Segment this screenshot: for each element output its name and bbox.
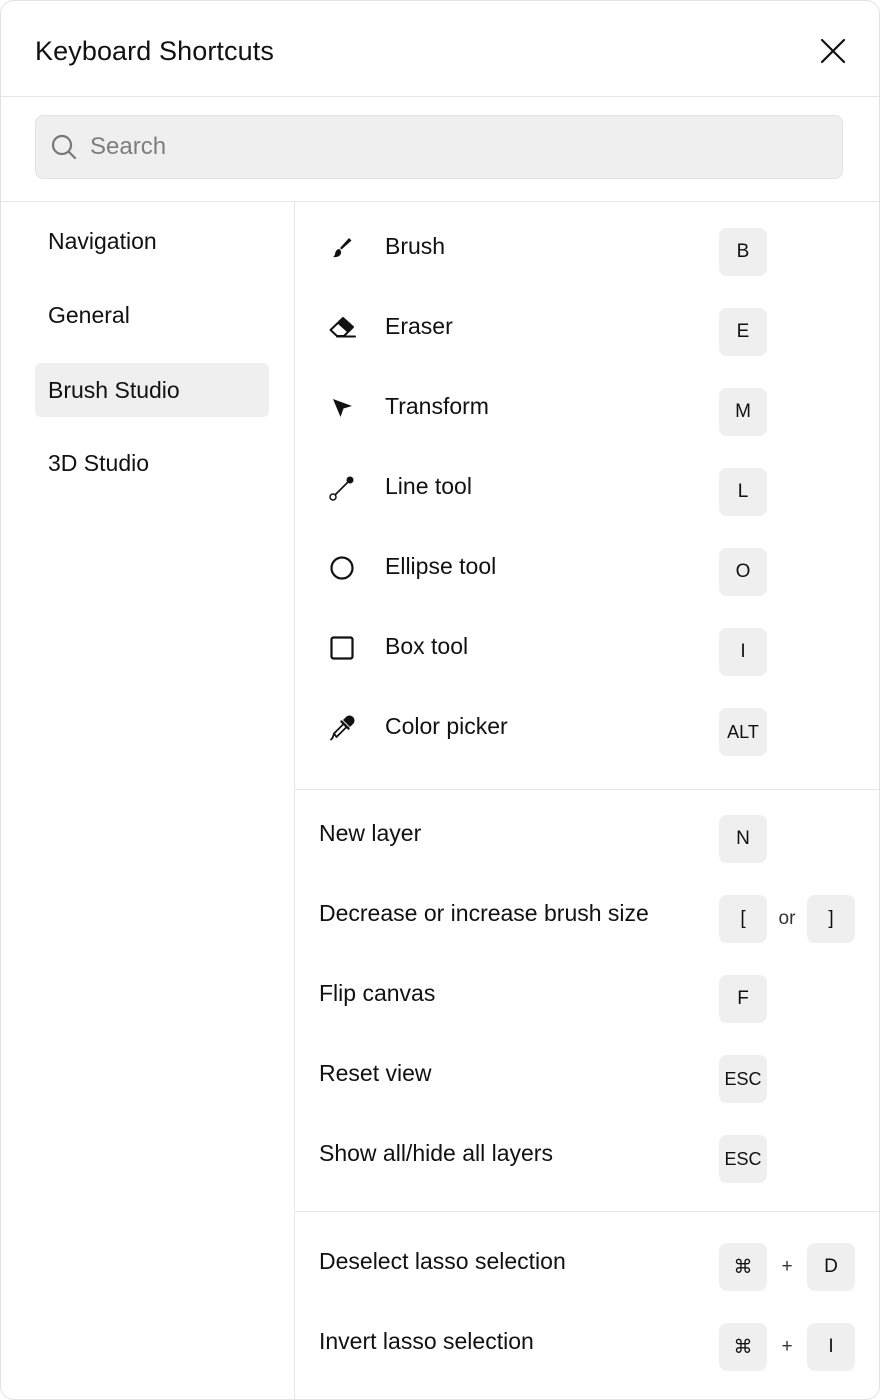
search-icon <box>51 134 77 160</box>
shortcut-row-toggle-layers: Show all/hide all layers ESC <box>295 1114 879 1194</box>
shortcut-label: Deselect lasso selection <box>319 1248 566 1274</box>
shortcut-row-invert-lasso: Invert lasso selection ⌘ + I <box>295 1302 879 1382</box>
search-area <box>1 97 879 202</box>
shortcut-row-line-tool: Line tool L <box>295 447 879 527</box>
close-icon <box>820 38 846 64</box>
shortcut-row-deselect-lasso: Deselect lasso selection ⌘ + D <box>295 1222 879 1302</box>
key-cap: ] <box>807 895 855 943</box>
selection-section: Deselect lasso selection ⌘ + D Invert la… <box>295 1211 879 1399</box>
key-cap: ALT <box>719 708 767 756</box>
sidebar-item-3d-studio[interactable]: 3D Studio <box>35 436 269 490</box>
shortcut-label: Eraser <box>385 313 453 339</box>
key-cap: L <box>719 468 767 516</box>
key-cap: M <box>719 388 767 436</box>
key-cap: I <box>719 628 767 676</box>
shortcut-row-eraser: Eraser E <box>295 287 879 367</box>
command-key-cap: ⌘ <box>719 1243 767 1291</box>
shortcut-label: Box tool <box>385 633 469 659</box>
shortcut-label: Color picker <box>385 713 508 739</box>
shortcut-row-transform: Transform M <box>295 367 879 447</box>
brush-icon <box>327 233 357 263</box>
search-input[interactable] <box>90 116 830 178</box>
key-cap: [ <box>719 895 767 943</box>
shortcut-row-ellipse-tool: Ellipse tool O <box>295 527 879 607</box>
actions-section: New layer N Decrease or increase brush s… <box>295 789 879 1212</box>
close-button[interactable] <box>813 31 853 71</box>
shortcut-row-new-layer: New layer N <box>295 794 879 874</box>
shortcut-label: Decrease or increase brush size <box>319 900 649 926</box>
sidebar-item-navigation[interactable]: Navigation <box>35 214 269 268</box>
line-tool-icon <box>327 473 357 503</box>
command-key-cap: ⌘ <box>719 1323 767 1371</box>
tools-section: Brush B Eraser E Transform M Line tool L… <box>295 202 879 790</box>
key-cap: F <box>719 975 767 1023</box>
shortcut-label: Show all/hide all layers <box>319 1140 553 1166</box>
shortcut-label: Flip canvas <box>319 980 436 1006</box>
shortcut-row-color-picker: Color picker ALT <box>295 687 879 767</box>
key-cap: B <box>719 228 767 276</box>
shortcut-row-flip-canvas: Flip canvas F <box>295 954 879 1034</box>
key-separator: + <box>781 1336 793 1357</box>
key-cap: ESC <box>719 1135 767 1183</box>
key-cap: N <box>719 815 767 863</box>
category-sidebar: Navigation General Brush Studio 3D Studi… <box>1 202 295 1399</box>
transform-arrow-icon <box>327 393 357 423</box>
shortcut-row-reset-view: Reset view ESC <box>295 1034 879 1114</box>
dialog-header: Keyboard Shortcuts <box>1 1 879 97</box>
shortcut-label: New layer <box>319 820 422 846</box>
key-cap: E <box>719 308 767 356</box>
shortcut-label: Transform <box>385 393 489 419</box>
eraser-icon <box>327 313 357 343</box>
search-box[interactable] <box>35 115 843 179</box>
shortcut-label: Ellipse tool <box>385 553 497 579</box>
shortcuts-list: Brush B Eraser E Transform M Line tool L… <box>295 202 879 1399</box>
shortcut-row-brush-size: Decrease or increase brush size [ or ] <box>295 874 879 954</box>
eyedropper-icon <box>327 713 357 743</box>
key-cap: ESC <box>719 1055 767 1103</box>
dialog-title: Keyboard Shortcuts <box>35 36 274 66</box>
key-cap: O <box>719 548 767 596</box>
shortcut-label: Line tool <box>385 473 472 499</box>
key-cap: D <box>807 1243 855 1291</box>
key-separator: or <box>778 908 796 929</box>
keyboard-shortcuts-dialog: Keyboard Shortcuts Navigation General Br… <box>0 0 880 1400</box>
key-separator: + <box>781 1256 793 1277</box>
shortcut-label: Brush <box>385 233 446 259</box>
box-icon <box>327 633 357 663</box>
shortcut-label: Invert lasso selection <box>319 1328 534 1354</box>
sidebar-item-brush-studio[interactable]: Brush Studio <box>35 363 269 417</box>
sidebar-item-general[interactable]: General <box>35 288 269 342</box>
shortcut-row-brush: Brush B <box>295 207 879 287</box>
shortcut-row-box-tool: Box tool I <box>295 607 879 687</box>
ellipse-icon <box>327 553 357 583</box>
shortcut-label: Reset view <box>319 1060 432 1086</box>
key-cap: I <box>807 1323 855 1371</box>
